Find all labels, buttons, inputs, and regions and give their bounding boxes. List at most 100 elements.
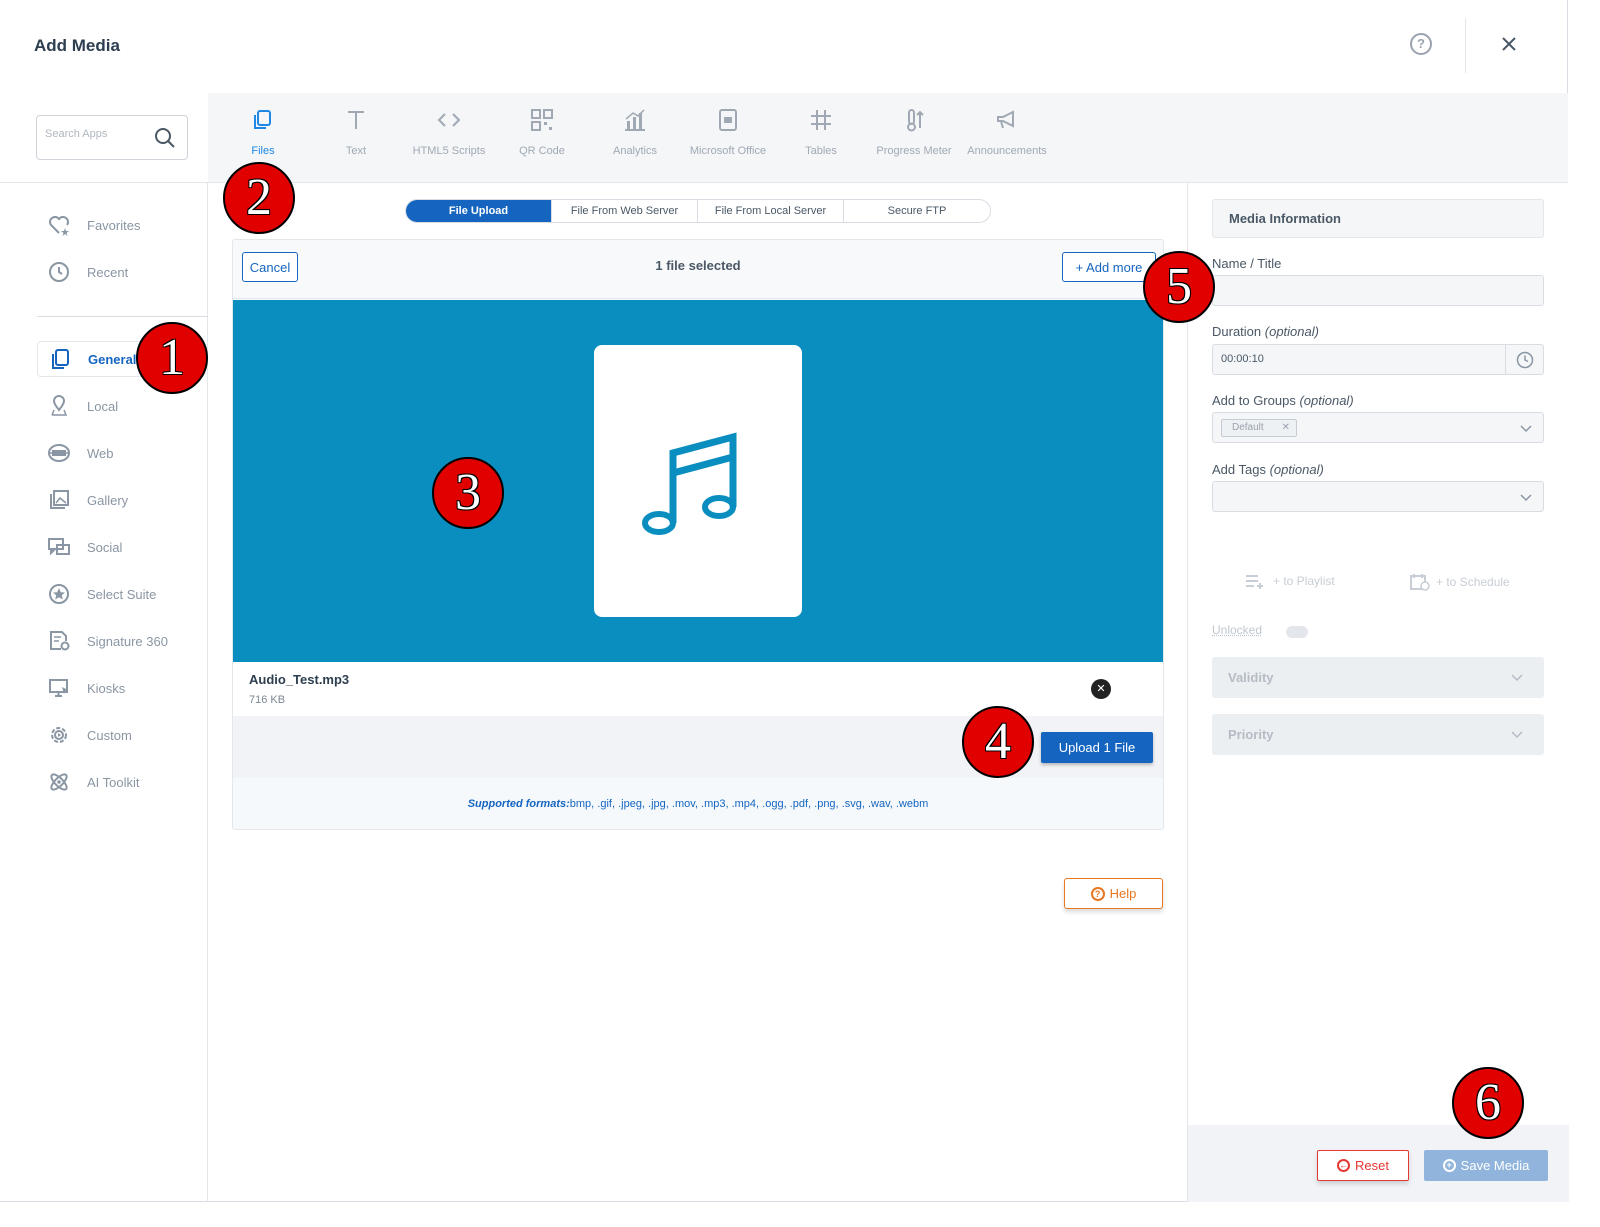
search-box[interactable] xyxy=(36,115,188,160)
clock-icon xyxy=(47,260,71,284)
duration-input[interactable]: 00:00:10 xyxy=(1212,344,1544,375)
gear-play-icon xyxy=(47,723,71,747)
chevron-down-icon xyxy=(1511,674,1523,682)
sidebar-item-kiosks[interactable]: Kiosks xyxy=(37,670,205,706)
chat-bubbles-icon xyxy=(47,535,71,559)
tab-label: Analytics xyxy=(612,145,658,157)
sidebar-item-label: Gallery xyxy=(87,492,129,508)
groups-select[interactable]: Default ✕ xyxy=(1212,412,1544,443)
copy-icon xyxy=(48,347,72,371)
tab-text[interactable]: Text xyxy=(309,107,403,167)
tab-label: Text xyxy=(345,145,367,157)
tab-label: Announcements xyxy=(967,145,1047,157)
help-button[interactable]: ? Help xyxy=(1064,878,1163,909)
close-icon[interactable] xyxy=(1498,33,1520,55)
calendar-add-icon xyxy=(1410,574,1430,591)
tab-html5-scripts[interactable]: HTML5 Scripts xyxy=(402,107,496,167)
file-list-item: Audio_Test.mp3 716 KB ✕ xyxy=(233,662,1163,716)
upload-button[interactable]: Upload 1 File xyxy=(1041,732,1153,763)
help-button-label: Help xyxy=(1109,886,1137,901)
name-title-input[interactable] xyxy=(1212,275,1544,306)
clock-icon[interactable] xyxy=(1505,345,1543,374)
sidebar-item-label: Local xyxy=(87,398,119,414)
priority-label: Priority xyxy=(1228,727,1274,742)
add-more-button[interactable]: + Add more xyxy=(1062,252,1156,282)
tab-microsoft-office[interactable]: Microsoft Office xyxy=(681,107,775,167)
tab-progress-meter[interactable]: Progress Meter xyxy=(867,107,961,167)
sidebar-item-label: Web xyxy=(87,445,114,461)
office-doc-icon xyxy=(719,109,737,131)
mode-file-from-web-server[interactable]: File From Web Server xyxy=(552,200,698,222)
sidebar-item-gallery[interactable]: Gallery xyxy=(37,482,205,518)
file-preview xyxy=(233,300,1163,662)
unlocked-label: Unlocked xyxy=(1212,623,1263,637)
sidebar-item-label: Kiosks xyxy=(87,680,126,696)
add-to-schedule-button[interactable]: + to Schedule xyxy=(1410,573,1510,591)
sidebar-item-favorites[interactable]: Favorites xyxy=(37,207,205,243)
chevron-down-icon[interactable] xyxy=(1519,421,1533,435)
mode-file-from-local-server[interactable]: File From Local Server xyxy=(698,200,844,222)
mode-secure-ftp[interactable]: Secure FTP xyxy=(844,200,990,222)
question-circle-icon: ? xyxy=(1090,886,1105,901)
groups-label-text: Add to Groups xyxy=(1212,393,1296,408)
callout-5: 5 xyxy=(1143,251,1215,323)
validity-section[interactable]: Validity xyxy=(1212,657,1544,698)
chevron-down-icon[interactable] xyxy=(1519,490,1533,504)
tags-label: Add Tags (optional) xyxy=(1212,462,1324,477)
web-icon xyxy=(47,441,71,465)
priority-section[interactable]: Priority xyxy=(1212,714,1544,755)
sidebar-item-local[interactable]: Local xyxy=(37,388,205,424)
tab-tables[interactable]: Tables xyxy=(774,107,868,167)
tab-analytics[interactable]: Analytics xyxy=(588,107,682,167)
sidebar-item-signature-360[interactable]: Signature 360 xyxy=(37,623,205,659)
media-info-footer: ← Reset + Save Media xyxy=(1188,1125,1569,1202)
tab-qr-code[interactable]: QR Code xyxy=(495,107,589,167)
mode-file-upload[interactable]: File Upload xyxy=(406,200,552,222)
signature-doc-icon xyxy=(47,629,71,653)
sidebar-item-label: AI Toolkit xyxy=(87,774,140,790)
app-tabs: Files Text HTML5 Scripts QR Code Analyti… xyxy=(208,93,1568,183)
search-icon[interactable] xyxy=(153,126,177,150)
search-input[interactable] xyxy=(45,128,145,140)
optional-hint: (optional) xyxy=(1269,462,1324,477)
group-chip-default: Default ✕ xyxy=(1221,419,1297,437)
sidebar-item-label: Signature 360 xyxy=(87,633,168,649)
search-area xyxy=(0,93,208,183)
sidebar-item-label: Select Suite xyxy=(87,586,157,602)
sidebar-item-web[interactable]: Web xyxy=(37,435,205,471)
sidebar-item-recent[interactable]: Recent xyxy=(37,254,205,290)
text-icon xyxy=(348,111,364,129)
save-media-button[interactable]: + Save Media xyxy=(1424,1150,1548,1181)
duration-label-text: Duration xyxy=(1212,324,1262,339)
validity-label: Validity xyxy=(1228,670,1274,685)
chip-remove-icon[interactable]: ✕ xyxy=(1282,420,1290,436)
reset-button[interactable]: ← Reset xyxy=(1317,1150,1409,1181)
sidebar-item-custom[interactable]: Custom xyxy=(37,717,205,753)
unlocked-toggle[interactable] xyxy=(1286,626,1308,638)
plus-circle-icon: + xyxy=(1442,1159,1456,1172)
tags-label-text: Add Tags xyxy=(1212,462,1266,477)
media-info-panel: Media Information Name / Title Duration … xyxy=(1187,183,1569,1202)
reset-icon: ← xyxy=(1337,1159,1351,1172)
tab-announcements[interactable]: Announcements xyxy=(960,107,1054,167)
sidebar-item-select-suite[interactable]: Select Suite xyxy=(37,576,205,612)
tab-label: Tables xyxy=(805,145,837,157)
sidebar-item-social[interactable]: Social xyxy=(37,529,205,565)
tags-select[interactable] xyxy=(1212,481,1544,512)
sidebar-item-ai-toolkit[interactable]: AI Toolkit xyxy=(37,764,205,800)
x-circle-icon[interactable]: ✕ xyxy=(1091,679,1111,699)
question-circle-icon[interactable]: ? xyxy=(1410,33,1432,55)
add-to-playlist-button[interactable]: + to Playlist xyxy=(1245,573,1335,589)
playlist-add-icon xyxy=(1246,575,1263,589)
music-note-icon xyxy=(642,432,737,535)
group-chip-label: Default xyxy=(1232,422,1264,433)
atom-icon xyxy=(47,770,71,794)
callout-4: 4 xyxy=(962,706,1034,778)
modal-header: Add Media ? xyxy=(0,0,1568,93)
star-circle-icon xyxy=(47,582,71,606)
monitor-cursor-icon xyxy=(47,676,71,700)
tab-files[interactable]: Files xyxy=(216,107,310,167)
reset-label: Reset xyxy=(1355,1158,1389,1173)
name-title-label: Name / Title xyxy=(1212,256,1282,271)
add-to-schedule-label: + to Schedule xyxy=(1436,575,1510,589)
